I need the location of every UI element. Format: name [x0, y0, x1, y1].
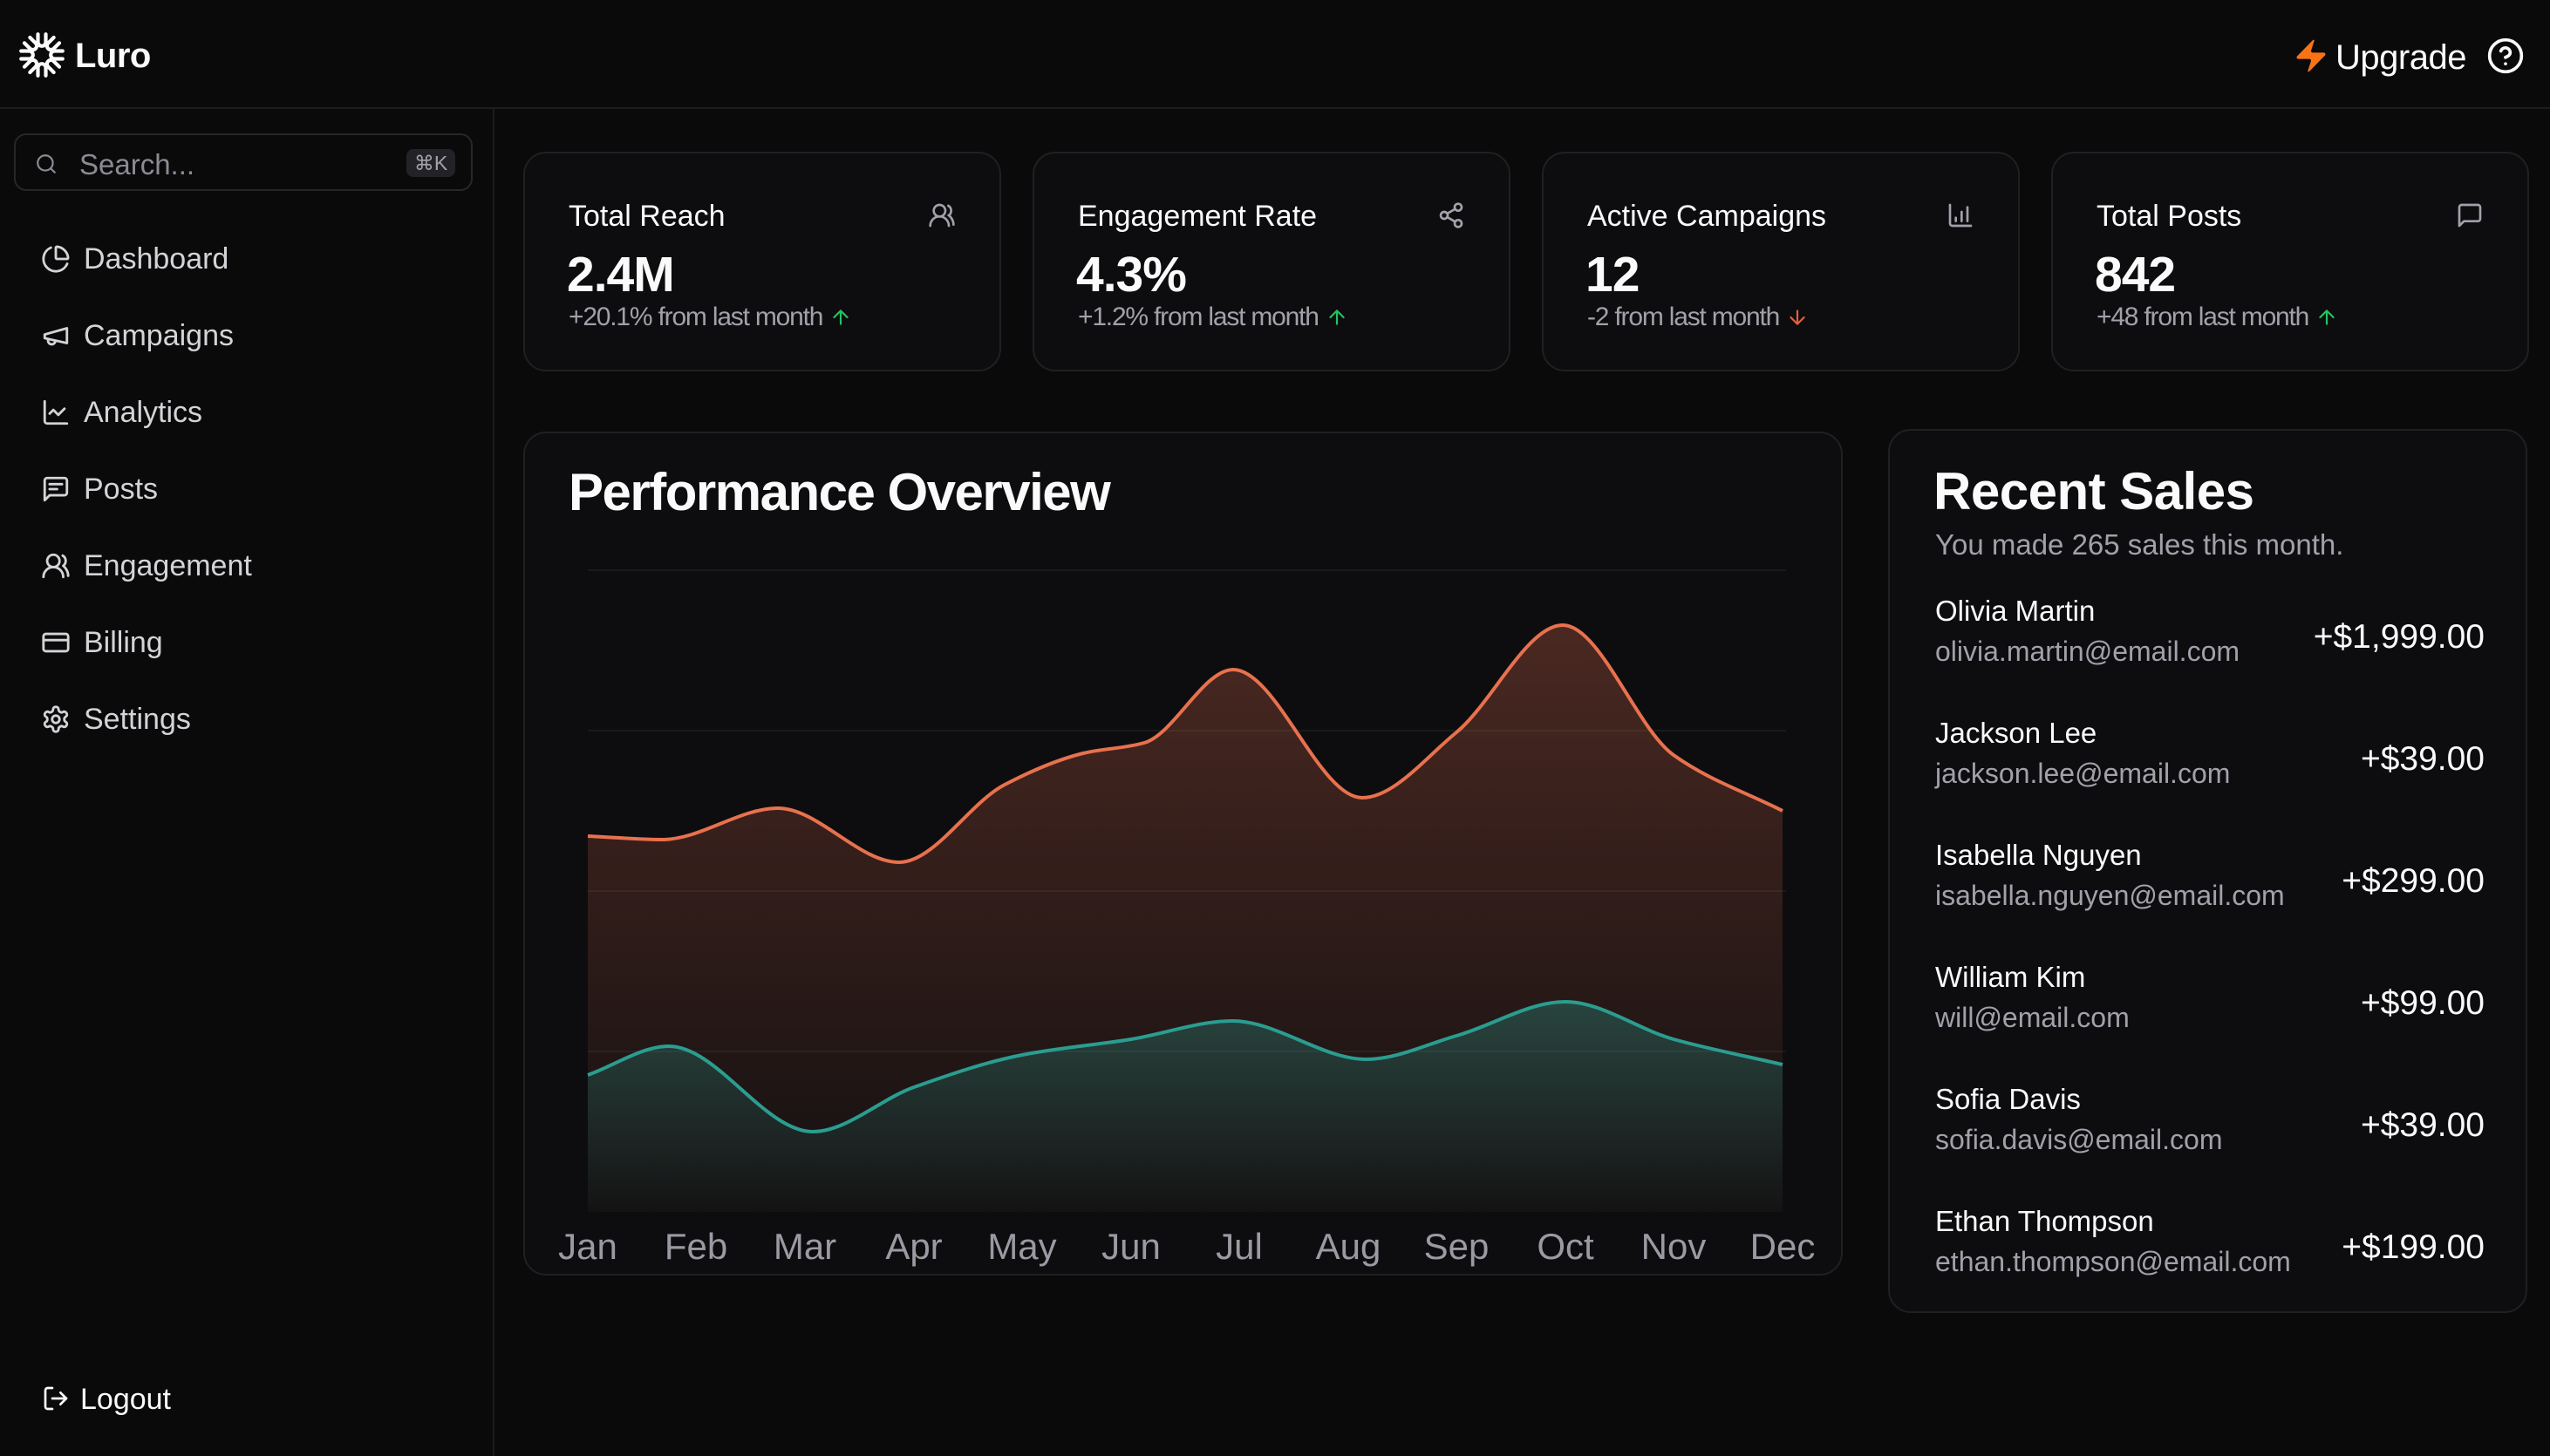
svg-text:Aug: Aug: [1316, 1226, 1381, 1267]
svg-text:Jan: Jan: [558, 1226, 617, 1267]
svg-text:Jul: Jul: [1216, 1226, 1263, 1267]
svg-text:Sep: Sep: [1424, 1226, 1490, 1267]
svg-text:Mar: Mar: [774, 1226, 836, 1267]
svg-text:Oct: Oct: [1537, 1226, 1594, 1267]
svg-text:Dec: Dec: [1750, 1226, 1816, 1267]
svg-text:Apr: Apr: [885, 1226, 942, 1267]
svg-text:Jun: Jun: [1101, 1226, 1161, 1267]
svg-text:May: May: [987, 1226, 1056, 1267]
svg-text:Feb: Feb: [665, 1226, 727, 1267]
svg-text:Nov: Nov: [1641, 1226, 1707, 1267]
